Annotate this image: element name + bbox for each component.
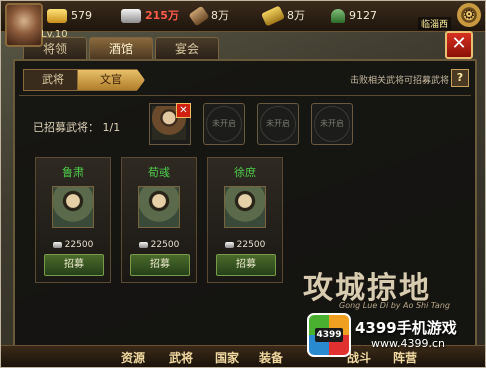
help-icon[interactable]: ? [451, 69, 469, 87]
general-name: 荀彧 [148, 166, 170, 179]
nav-generals[interactable]: 武将 [169, 349, 193, 366]
general-portrait [52, 186, 94, 228]
recruited-label: 已招募武将： [33, 121, 99, 134]
soldier-value: 9127 [349, 9, 377, 22]
game-logo-subtitle: Gong Lue Di by Ao Shi Tang [339, 301, 450, 310]
recruit-button[interactable]: 招募 [44, 254, 104, 276]
nav-camp[interactable]: 阵营 [393, 349, 417, 366]
soldier-icon [331, 9, 345, 23]
gold-ingot-icon [47, 9, 67, 23]
cost-value: 22500 [64, 240, 94, 250]
game-window: 579 215万 8万 8万 9127 ⚙ 临淄西 Lv.10 将领 酒馆 宴会… [0, 0, 486, 368]
player-avatar[interactable] [5, 3, 43, 47]
general-card: 鲁肃 22500 招募 [35, 157, 111, 283]
dismiss-icon[interactable]: ✕ [176, 103, 191, 118]
silver-icon [224, 241, 234, 248]
close-icon: ✕ [451, 33, 467, 54]
tab-military-generals[interactable]: 武将 [23, 69, 83, 91]
general-card: 徐庶 22500 招募 [207, 157, 283, 283]
slot-locked-label: 未开启 [206, 106, 242, 142]
city-label[interactable]: 临淄西 [417, 17, 451, 30]
nav-equipment[interactable]: 装备 [259, 349, 283, 366]
tab-banquet[interactable]: 宴会 [155, 37, 219, 60]
recruited-value: 1/1 [102, 121, 121, 134]
recruit-button[interactable]: 招募 [216, 254, 276, 276]
nav-resources[interactable]: 资源 [121, 349, 145, 366]
silver-icon [138, 241, 148, 248]
recruited-slot-4: 未开启 [311, 103, 353, 145]
recruit-cost: 22500 [36, 240, 110, 250]
watermark-title: 4399手机游戏 [355, 319, 457, 337]
tab-tavern[interactable]: 酒馆 [89, 37, 153, 60]
general-name: 鲁肃 [62, 166, 84, 179]
grain-icon [260, 5, 286, 27]
recruit-cost: 22500 [122, 240, 196, 250]
general-name: 徐庶 [234, 166, 256, 179]
silver-resource: 215万 [121, 7, 179, 25]
player-level: Lv.10 [41, 29, 68, 40]
watermark-badge: 4399 [315, 328, 343, 342]
silver-icon [121, 9, 141, 23]
recruited-slot-1[interactable]: ✕ [149, 103, 191, 145]
slot-locked-label: 未开启 [260, 106, 296, 142]
recruit-cost: 22500 [208, 240, 282, 250]
resource-bar: 579 215万 8万 8万 9127 ⚙ [1, 1, 485, 32]
scroll-value: 8万 [211, 9, 229, 22]
recruited-slot-2: 未开启 [203, 103, 245, 145]
scroll-icon [188, 5, 210, 27]
soldier-resource: 9127 [331, 7, 377, 25]
grain-resource: 8万 [260, 5, 305, 27]
gold-resource: 579 [47, 7, 92, 25]
nav-country[interactable]: 国家 [215, 349, 239, 366]
cost-value: 22500 [150, 240, 180, 250]
watermark-url: www.4399.cn [371, 337, 445, 350]
general-card: 荀彧 22500 招募 [121, 157, 197, 283]
grain-value: 8万 [287, 9, 305, 22]
recruit-button[interactable]: 招募 [130, 254, 190, 276]
recruited-slot-3: 未开启 [257, 103, 299, 145]
divider [19, 95, 471, 96]
recruit-hint: 击败相关武将可招募武将 [349, 76, 449, 86]
watermark-logo-icon: 4399 [307, 313, 351, 357]
tab-civil-officials[interactable]: 文官 [77, 69, 145, 91]
silver-icon [52, 241, 62, 248]
general-portrait [224, 186, 266, 228]
gold-value: 579 [71, 9, 92, 22]
settings-gear-icon[interactable]: ⚙ [457, 3, 481, 27]
scroll-resource: 8万 [188, 5, 229, 27]
slot-locked-label: 未开启 [314, 106, 350, 142]
cost-value: 22500 [236, 240, 266, 250]
silver-value: 215万 [145, 9, 179, 22]
general-portrait [138, 186, 180, 228]
close-button[interactable]: ✕ [445, 31, 473, 59]
recruited-count: 已招募武将： 1/1 [33, 119, 120, 135]
